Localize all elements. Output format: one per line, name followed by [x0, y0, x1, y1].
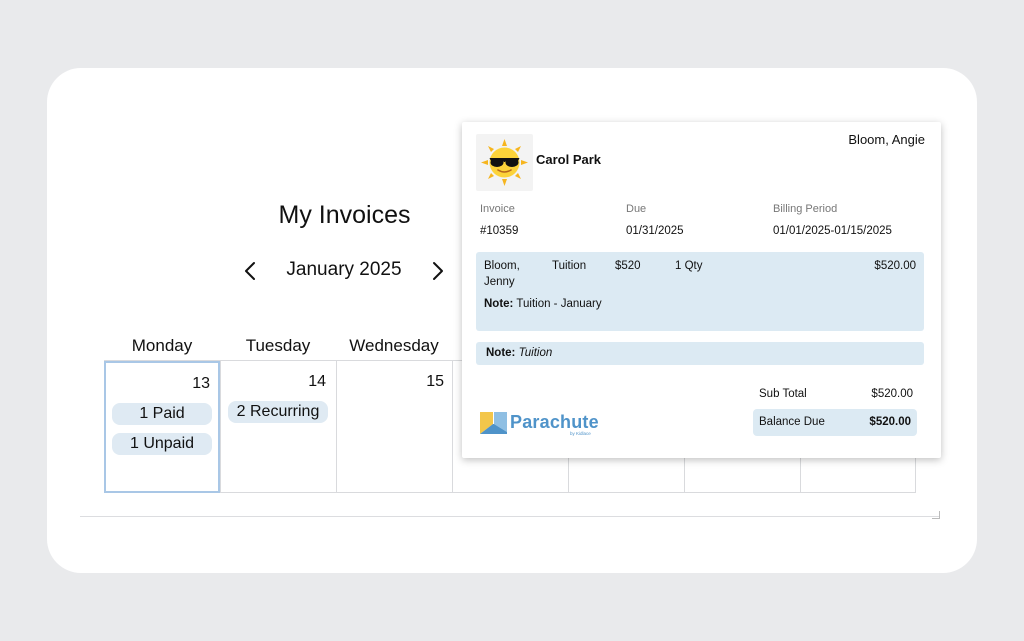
line-item-type: Tuition	[552, 260, 587, 272]
chevron-left-icon	[245, 262, 255, 280]
parachute-logo: Parachute by Kidlace	[480, 410, 605, 436]
chevron-right-icon	[433, 262, 443, 280]
day-header-tuesday: Tuesday	[245, 336, 311, 355]
line-item-price: $520	[615, 260, 641, 272]
student-name: Carol Park	[536, 152, 602, 167]
sub-total-label: Sub Total	[759, 388, 807, 400]
day-header-wednesday: Wednesday	[349, 336, 439, 355]
paid-pill[interactable]: 1 Paid	[112, 403, 212, 425]
month-navigator: January 2025	[240, 256, 450, 286]
invoice-note-label: Note:	[486, 347, 516, 359]
billing-period-label: Billing Period	[773, 203, 838, 215]
date-number: 14	[308, 373, 326, 390]
month-label: January 2025	[286, 259, 402, 280]
sun-sunglasses-avatar-icon	[481, 139, 528, 186]
line-item-qty: 1 Qty	[675, 260, 703, 272]
balance-due-value: $520.00	[869, 416, 911, 428]
parachute-logo-icon	[480, 412, 507, 434]
divider	[80, 516, 940, 517]
grid-line	[452, 361, 453, 493]
billing-period: 01/01/2025-01/15/2025	[773, 225, 892, 237]
student-avatar	[476, 134, 533, 191]
invoice-note-value: Tuition	[518, 347, 553, 359]
unpaid-pill[interactable]: 1 Unpaid	[112, 433, 212, 455]
logo-text: Parachute	[510, 412, 599, 432]
page-title: My Invoices	[278, 201, 411, 229]
calendar-cell-14[interactable]: 14 2 Recurring	[220, 361, 336, 493]
next-month-button[interactable]	[428, 258, 448, 284]
calendar-cell-15[interactable]: 15	[336, 361, 452, 493]
day-header-monday: Monday	[131, 336, 193, 355]
calendar-cell-13[interactable]: 13 1 Paid 1 Unpaid	[104, 361, 220, 493]
line-item-name-second: Jenny	[484, 276, 515, 288]
invoice-number: #10359	[480, 225, 519, 237]
parent-name: Bloom, Angie	[848, 132, 925, 147]
note-text: Tuition - January	[516, 298, 602, 310]
invoice-note-text: Note: Tuition	[486, 347, 552, 359]
invoice-popup: Carol Park Bloom, Angie Invoice Due Bill…	[462, 122, 941, 458]
date-number: 15	[426, 373, 444, 390]
sub-total-value: $520.00	[871, 388, 913, 400]
invoice-label: Invoice	[480, 203, 515, 215]
due-label: Due	[626, 203, 647, 215]
line-item-note: Note: Tuition - January	[484, 298, 602, 310]
logo-subtext: by Kidlace	[570, 431, 591, 436]
line-item-total: $520.00	[874, 260, 916, 272]
balance-due-label: Balance Due	[759, 416, 825, 428]
line-item-name-first: Bloom,	[484, 260, 520, 272]
resize-handle-icon[interactable]	[932, 511, 940, 519]
note-label: Note:	[484, 298, 514, 310]
balance-due: Balance Due $520.00	[753, 409, 917, 436]
recurring-pill[interactable]: 2 Recurring	[228, 401, 328, 423]
invoice-note: Note: Tuition	[476, 342, 924, 365]
prev-month-button[interactable]	[240, 258, 260, 284]
line-item: Bloom, Jenny Tuition $520 1 Qty $520.00 …	[476, 252, 924, 331]
due-date: 01/31/2025	[626, 225, 684, 237]
date-number: 13	[192, 375, 210, 392]
